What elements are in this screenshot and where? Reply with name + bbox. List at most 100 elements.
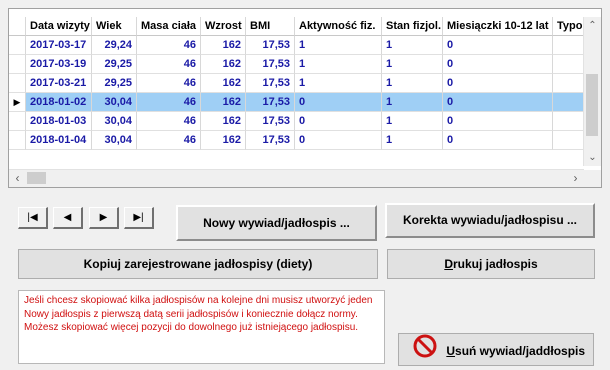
- scroll-left-icon[interactable]: ‹: [9, 170, 26, 187]
- table-cell-masa[interactable]: 46: [137, 93, 201, 112]
- table-cell-akt[interactable]: 1: [295, 36, 382, 55]
- print-label-rest: rukuj jadłospis: [452, 257, 538, 271]
- table-cell-mies[interactable]: 0: [443, 93, 553, 112]
- table-row[interactable]: ▶ 2018-01-02 30,04 46 162 17,53 0 1 0: [9, 93, 593, 112]
- table-cell-masa[interactable]: 46: [137, 55, 201, 74]
- column-header[interactable]: Wzrost: [201, 17, 246, 36]
- prev-record-button[interactable]: ◀: [53, 207, 83, 229]
- table-cell-date[interactable]: 2018-01-04: [26, 131, 92, 150]
- table-cell-wzrost[interactable]: 162: [201, 93, 246, 112]
- horizontal-scroll-thumb[interactable]: [27, 172, 46, 184]
- table-cell-wiek[interactable]: 30,04: [92, 93, 137, 112]
- table-cell-date[interactable]: 2018-01-02: [26, 93, 92, 112]
- correct-interview-button[interactable]: Korekta wywiadu/jadłospisu ...: [385, 203, 595, 238]
- table-cell-wzrost[interactable]: 162: [201, 74, 246, 93]
- first-icon: |◀: [27, 212, 38, 223]
- column-header[interactable]: Stan fizjol.: [382, 17, 443, 36]
- table-row[interactable]: 2017-03-17 29,24 46 162 17,53 1 1 0: [9, 36, 593, 55]
- table-cell-stan[interactable]: 1: [382, 112, 443, 131]
- table-cell-masa[interactable]: 46: [137, 112, 201, 131]
- table-cell-stan[interactable]: 1: [382, 55, 443, 74]
- last-record-button[interactable]: ▶|: [124, 207, 154, 229]
- table-cell-bmi[interactable]: 17,53: [246, 74, 295, 93]
- table-cell-wiek[interactable]: 30,04: [92, 131, 137, 150]
- scroll-up-icon[interactable]: ⌃: [584, 17, 601, 34]
- table-row[interactable]: 2017-03-19 29,25 46 162 17,53 1 1 0: [9, 55, 593, 74]
- column-header[interactable]: Wiek: [92, 17, 137, 36]
- scroll-down-icon[interactable]: ⌄: [584, 149, 601, 166]
- column-header[interactable]: Data wizyty: [26, 17, 92, 36]
- scrollbar-corner: [584, 170, 601, 187]
- vertical-scrollbar[interactable]: ⌃ ⌄: [583, 17, 601, 166]
- table-cell-wiek[interactable]: 29,25: [92, 55, 137, 74]
- table-cell-akt[interactable]: 1: [295, 74, 382, 93]
- delete-interview-button[interactable]: Usuń wywiad/jaddłospis: [398, 333, 594, 366]
- next-record-button[interactable]: ▶: [89, 207, 119, 229]
- table-cell-masa[interactable]: 46: [137, 36, 201, 55]
- table-cell-wiek[interactable]: 30,04: [92, 112, 137, 131]
- info-message-box: Jeśli chcesz skopiować kilka jadłospisów…: [18, 290, 385, 364]
- table-cell-date[interactable]: 2018-01-03: [26, 112, 92, 131]
- table-cell-mies[interactable]: 0: [443, 55, 553, 74]
- table-row[interactable]: 2018-01-04 30,04 46 162 17,53 0 1 0: [9, 131, 593, 150]
- column-header[interactable]: Masa ciała: [137, 17, 201, 36]
- table-cell-bmi[interactable]: 17,53: [246, 131, 295, 150]
- interview-grid[interactable]: Data wizyty Wiek Masa ciała Wzrost BMI A…: [8, 8, 602, 188]
- table-cell-akt[interactable]: 0: [295, 93, 382, 112]
- table-cell-bmi[interactable]: 17,53: [246, 93, 295, 112]
- vertical-scroll-thumb[interactable]: [586, 74, 598, 136]
- row-indicator: [9, 55, 26, 74]
- last-icon: ▶|: [133, 212, 144, 223]
- table-cell-akt[interactable]: 0: [295, 112, 382, 131]
- table-cell-wiek[interactable]: 29,25: [92, 74, 137, 93]
- table-cell-date[interactable]: 2017-03-17: [26, 36, 92, 55]
- table-row[interactable]: 2017-03-21 29,25 46 162 17,53 1 1 0: [9, 74, 593, 93]
- table-cell-masa[interactable]: 46: [137, 74, 201, 93]
- table-cell-mies[interactable]: 0: [443, 112, 553, 131]
- table-row[interactable]: 2018-01-03 30,04 46 162 17,53 0 1 0: [9, 112, 593, 131]
- table-cell-mies[interactable]: 0: [443, 36, 553, 55]
- print-menu-button[interactable]: Drukuj jadłospis: [387, 249, 595, 279]
- header-indicator-cell: [9, 17, 26, 36]
- info-line-2: Możesz skopiować więcej pozycji do dowol…: [24, 322, 359, 333]
- table-cell-wzrost[interactable]: 162: [201, 131, 246, 150]
- table-cell-date[interactable]: 2017-03-19: [26, 55, 92, 74]
- delete-interview-label: Usuń wywiad/jaddłospis: [446, 344, 585, 358]
- row-indicator: [9, 74, 26, 93]
- delete-accelerator: U: [446, 344, 456, 359]
- new-interview-button[interactable]: Nowy wywiad/jadłospis ...: [176, 205, 377, 241]
- prev-icon: ◀: [63, 212, 72, 223]
- copy-registered-label: Kopiuj zarejestrowane jadłospisy (diety): [83, 257, 313, 271]
- print-accelerator: D: [444, 257, 453, 271]
- new-interview-label: Nowy wywiad/jadłospis ...: [203, 216, 350, 230]
- row-indicator: ▶: [9, 93, 26, 112]
- table-cell-wzrost[interactable]: 162: [201, 36, 246, 55]
- table-cell-akt[interactable]: 1: [295, 55, 382, 74]
- table-cell-bmi[interactable]: 17,53: [246, 36, 295, 55]
- info-line-1: Jeśli chcesz skopiować kilka jadłospisów…: [24, 295, 373, 320]
- table-cell-wzrost[interactable]: 162: [201, 112, 246, 131]
- table-cell-stan[interactable]: 1: [382, 131, 443, 150]
- table-cell-masa[interactable]: 46: [137, 131, 201, 150]
- table-cell-akt[interactable]: 0: [295, 131, 382, 150]
- table-cell-stan[interactable]: 1: [382, 74, 443, 93]
- table-cell-stan[interactable]: 1: [382, 93, 443, 112]
- horizontal-scrollbar[interactable]: ‹ ›: [9, 169, 584, 187]
- table-cell-stan[interactable]: 1: [382, 36, 443, 55]
- table-cell-mies[interactable]: 0: [443, 131, 553, 150]
- column-header[interactable]: Miesiączki 10-12 lat: [443, 17, 553, 36]
- column-header[interactable]: Aktywność fiz.: [295, 17, 382, 36]
- table-cell-bmi[interactable]: 17,53: [246, 112, 295, 131]
- scroll-right-icon[interactable]: ›: [567, 170, 584, 187]
- first-record-button[interactable]: |◀: [18, 207, 48, 229]
- copy-registered-button[interactable]: Kopiuj zarejestrowane jadłospisy (diety): [18, 249, 378, 279]
- table-cell-bmi[interactable]: 17,53: [246, 55, 295, 74]
- no-entry-icon: [413, 334, 437, 370]
- table-cell-mies[interactable]: 0: [443, 74, 553, 93]
- column-header[interactable]: BMI: [246, 17, 295, 36]
- table-cell-date[interactable]: 2017-03-21: [26, 74, 92, 93]
- table-cell-wzrost[interactable]: 162: [201, 55, 246, 74]
- grid-header-row: Data wizyty Wiek Masa ciała Wzrost BMI A…: [9, 17, 593, 36]
- table-cell-wiek[interactable]: 29,24: [92, 36, 137, 55]
- correct-interview-label: Korekta wywiadu/jadłospisu ...: [402, 213, 578, 227]
